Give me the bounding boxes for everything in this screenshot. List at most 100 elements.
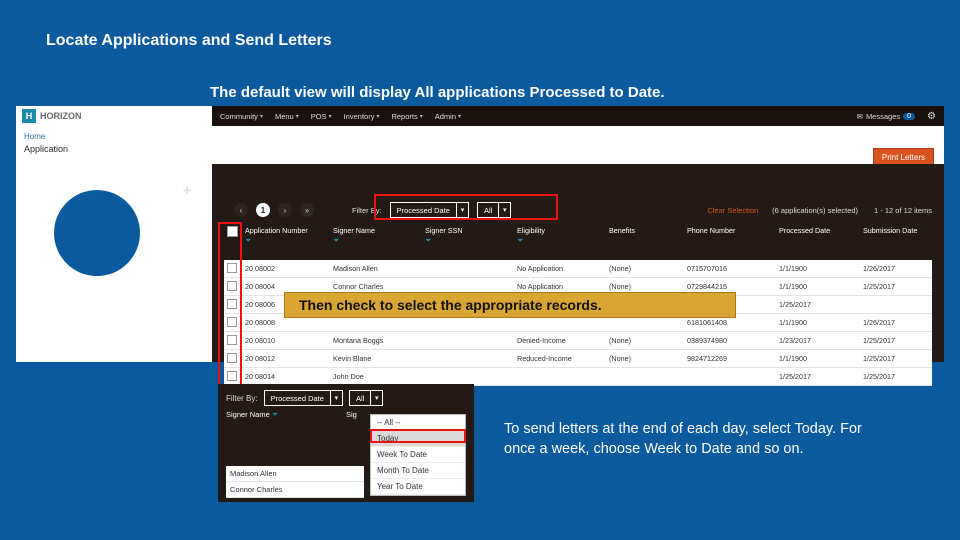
col-phone[interactable]: Phone Number: [684, 224, 776, 237]
cell-sub: 1/25/2017: [860, 282, 940, 291]
messages-button[interactable]: ✉ Messages 0: [857, 112, 915, 121]
cell-proc: 1/25/2017: [776, 300, 860, 309]
filter-value-select[interactable]: All ▾: [477, 202, 511, 218]
cell-sub: 1/25/2017: [860, 336, 940, 345]
nav-community[interactable]: Community: [220, 112, 263, 121]
dropdown-option-week[interactable]: Week To Date: [371, 447, 465, 463]
instruction-text: To send letters at the end of each day, …: [504, 420, 884, 459]
row-checkbox[interactable]: [227, 299, 237, 309]
cell-name: Madison Allen: [330, 264, 422, 273]
messages-label: Messages: [866, 112, 900, 121]
filter-icon[interactable]: ⏷: [333, 236, 419, 246]
date-range-dropdown[interactable]: -- All -- Today Week To Date Month To Da…: [370, 414, 466, 496]
top-nav: Community Menu POS Inventory Reports Adm…: [212, 106, 944, 126]
dropdown-option-month[interactable]: Month To Date: [371, 463, 465, 479]
chevron-down-icon: ▾: [330, 391, 342, 405]
cell-proc: 1/23/2017: [776, 336, 860, 345]
cell-proc: 1/1/1900: [776, 318, 860, 327]
table-row[interactable]: 20 08012Kevin BlaneReduced-Income(None)9…: [224, 350, 932, 368]
clear-selection-link[interactable]: Clear Selection: [707, 206, 758, 215]
cell-name: Montana Boggs: [330, 336, 422, 345]
cell-phone: 0389374980: [684, 336, 776, 345]
selected-count: (6 application(s) selected): [772, 206, 858, 215]
brand-text: HORIZON: [40, 111, 82, 121]
filter-icon[interactable]: ⏷: [517, 236, 603, 246]
cell-phone: 6181061408: [684, 318, 776, 327]
col-submission[interactable]: Submission Date: [860, 224, 940, 237]
col-eligibility[interactable]: Eligibility⏷: [514, 224, 606, 248]
row-checkbox[interactable]: [227, 263, 237, 273]
filter-field-value: Processed Date: [391, 206, 456, 215]
col-signer-name[interactable]: Signer Name⏷: [330, 224, 422, 248]
cell-proc: 1/1/1900: [776, 282, 860, 291]
cell-appnum: 20 08004: [242, 282, 330, 291]
nav-admin[interactable]: Admin: [435, 112, 461, 121]
cell-ben: (None): [606, 264, 684, 273]
cell-sub: 1/25/2017: [860, 372, 940, 381]
row-checkbox[interactable]: [227, 317, 237, 327]
cell-proc: 1/1/1900: [776, 354, 860, 363]
chevron-down-icon: ▾: [456, 203, 468, 217]
filter-field-select[interactable]: Processed Date ▾: [390, 202, 469, 218]
nav-inventory[interactable]: Inventory: [344, 112, 380, 121]
filter-value-select[interactable]: All ▾: [349, 390, 383, 406]
person-ssn-label: SSN:: [24, 302, 194, 312]
nav-menu[interactable]: Menu: [275, 112, 299, 121]
col-benefits[interactable]: Benefits: [606, 224, 684, 237]
dropdown-option-today[interactable]: Today: [371, 431, 465, 447]
pager-prev[interactable]: ‹: [234, 203, 248, 217]
page-title: Application: [24, 144, 68, 154]
nav-pos[interactable]: POS: [311, 112, 332, 121]
cell-appnum: 20 08010: [242, 336, 330, 345]
col-processed[interactable]: Processed Date: [776, 224, 860, 237]
slide-title: Locate Applications and Send Letters: [46, 32, 332, 50]
cell-phone: 0729844215: [684, 282, 776, 291]
pager-next[interactable]: ›: [278, 203, 292, 217]
brand-mark-icon: H: [22, 109, 36, 123]
cell-sub: 1/26/2017: [860, 318, 940, 327]
table-row[interactable]: 20 08002Madison AllenNo Application(None…: [224, 260, 932, 278]
pager-current[interactable]: 1: [256, 203, 270, 217]
select-all-checkbox[interactable]: [227, 226, 238, 237]
applications-panel: ‹ 1 › » Filter By: Processed Date ▾ All …: [212, 164, 944, 362]
cell-ben: (None): [606, 354, 684, 363]
callout-check-records: Then check to select the appropriate rec…: [284, 292, 736, 318]
filter-field-select[interactable]: Processed Date ▾: [264, 390, 343, 406]
pager-last[interactable]: »: [300, 203, 314, 217]
cell-ben: (None): [606, 336, 684, 345]
caption-default-view: The default view will display All applic…: [210, 84, 665, 101]
row-checkbox[interactable]: [227, 371, 237, 381]
dropdown-option-all[interactable]: -- All --: [371, 415, 465, 431]
filter-icon[interactable]: ⏷: [245, 236, 327, 246]
col-application-number[interactable]: Application Number⏷: [242, 224, 330, 248]
cell-appnum: 20 08002: [242, 264, 330, 273]
breadcrumb[interactable]: Home: [24, 132, 45, 141]
dropdown-option-year[interactable]: Year To Date: [371, 479, 465, 495]
cell-elig: Denied-Income: [514, 336, 606, 345]
nav-reports[interactable]: Reports: [391, 112, 422, 121]
col-signer-ssn[interactable]: Signer SSN⏷: [422, 224, 514, 248]
row-checkbox[interactable]: [227, 335, 237, 345]
table-header: Application Number⏷ Signer Name⏷ Signer …: [224, 224, 932, 256]
person-card: ＋ 20100308004 Ivy Hewlett SSN: Eligibili…: [24, 186, 194, 346]
cell-sub: 1/26/2017: [860, 264, 940, 273]
filter-icon[interactable]: ⏷: [272, 410, 278, 419]
cell-sub: 1/25/2017: [860, 354, 940, 363]
messages-count-badge: 0: [903, 113, 915, 120]
person-eligibility-value: Reduced-Income: [24, 327, 194, 337]
gear-icon[interactable]: ⚙: [927, 111, 936, 122]
row-checkbox[interactable]: [227, 281, 237, 291]
table-body: 20 08002Madison AllenNo Application(None…: [224, 260, 932, 386]
person-eligibility-value2: (None): [24, 337, 194, 346]
expand-icon[interactable]: ＋: [182, 182, 192, 197]
cell-name: John Doe: [330, 372, 422, 381]
brand-logo: H HORIZON: [16, 106, 212, 126]
person-name: Ivy Hewlett: [24, 290, 194, 300]
list-item: Madison Allen: [226, 466, 364, 482]
filter-icon[interactable]: ⏷: [425, 236, 511, 246]
chevron-down-icon: ▾: [498, 203, 510, 217]
row-checkbox[interactable]: [227, 353, 237, 363]
item-range: 1 - 12 of 12 items: [874, 206, 932, 215]
cell-phone: 9824712269: [684, 354, 776, 363]
table-row[interactable]: 20 08010Montana Boggs Denied-Income(None)…: [224, 332, 932, 350]
